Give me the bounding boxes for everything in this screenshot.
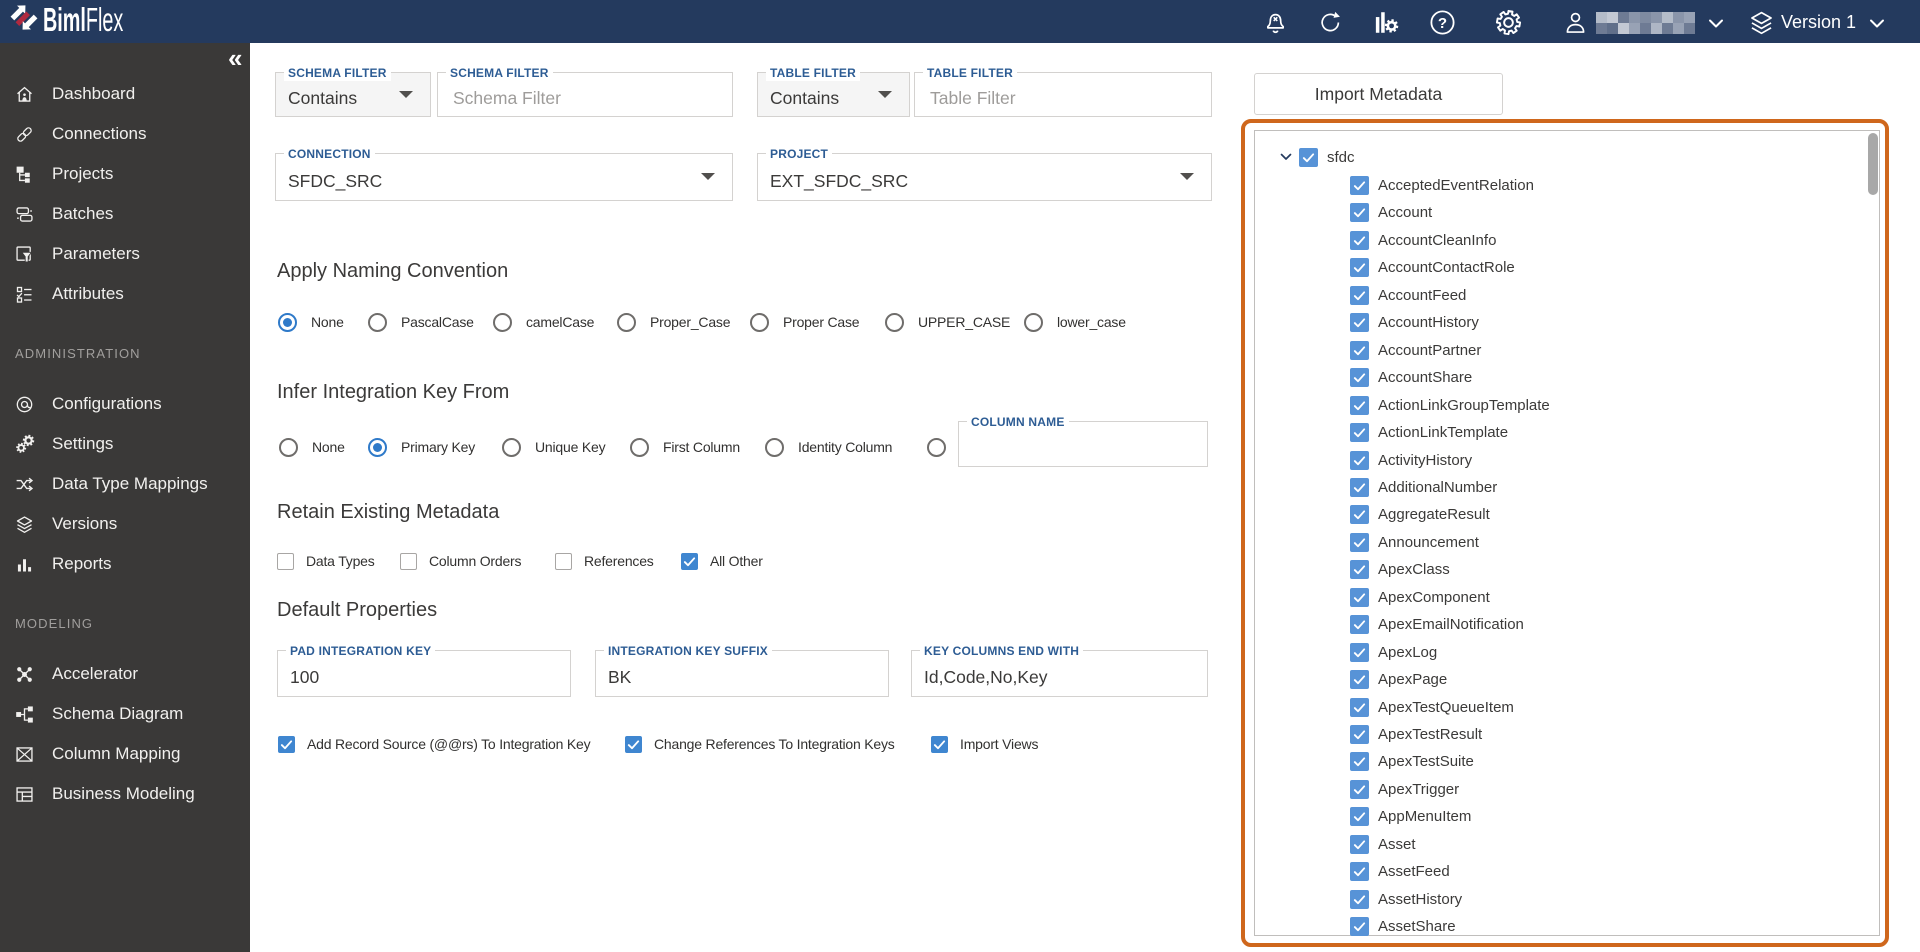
svg-text:?: ? <box>1438 15 1447 32</box>
